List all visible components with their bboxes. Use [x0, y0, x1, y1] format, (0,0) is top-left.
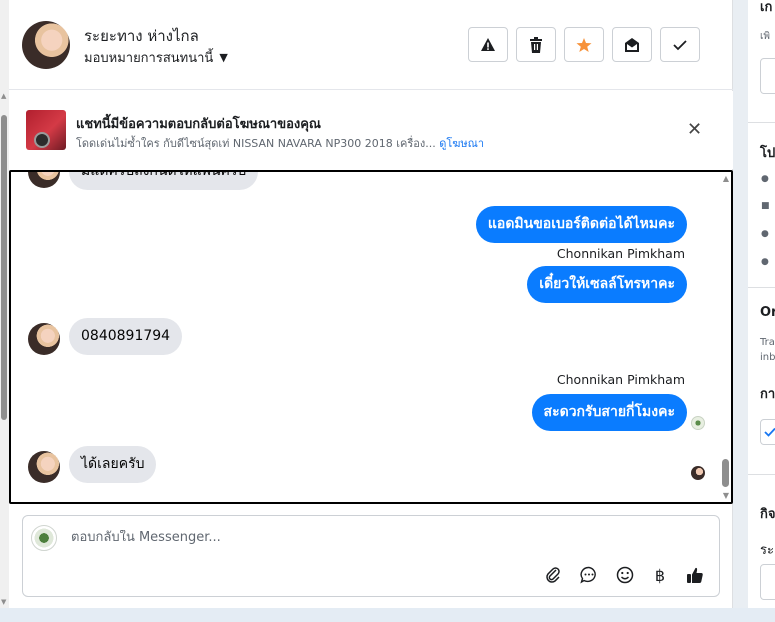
- sidebar-section-heading: กิจ: [760, 507, 775, 522]
- contact-avatar[interactable]: [22, 21, 70, 69]
- ad-reply-banner: แชทนี้มีข้อความตอบกลับต่อโฆษณาของคุณ โดด…: [9, 91, 733, 169]
- saved-reply-button[interactable]: [578, 564, 600, 586]
- ad-banner-title: แชทนี้มีข้อความตอบกลับต่อโฆษณาของคุณ: [76, 117, 321, 132]
- sidebar-section-heading: เก: [760, 0, 773, 15]
- paperclip-icon: [546, 567, 560, 583]
- sidebar-checkbox-field[interactable]: [760, 419, 775, 445]
- sidebar-input-field[interactable]: [760, 58, 775, 94]
- sidebar-field-label: กา: [760, 387, 775, 402]
- sidebar-section-heading: โป: [760, 146, 775, 161]
- contact-avatar-small: [28, 172, 60, 188]
- conversation-header: ระยะทาง ห่างไกล มอบหมายการสนทนานี้ ▼: [9, 0, 733, 90]
- sidebar-input-field[interactable]: [760, 564, 775, 600]
- ad-banner-subtitle: โดดเด่นไม่ซ้ำใคร กับดีไซน์สุดเท่ NISSAN …: [76, 134, 484, 152]
- message-bubble-outgoing[interactable]: สะดวกรับสายกี่โมงคะ: [531, 394, 687, 431]
- ad-description: โดดเด่นไม่ซ้ำใคร กับดีไซน์สุดเท่ NISSAN …: [76, 137, 436, 150]
- delete-button[interactable]: [516, 27, 556, 62]
- thread-scrollbar-thumb[interactable]: [722, 459, 729, 487]
- sidebar-divider: [748, 287, 775, 288]
- close-icon[interactable]: ✕: [687, 119, 702, 140]
- payment-button[interactable]: ฿: [649, 564, 671, 586]
- star-icon: [576, 37, 592, 52]
- sidebar-section-heading: Or: [760, 305, 775, 320]
- sidebar-description: inb: [760, 352, 775, 363]
- scroll-up-arrow-icon[interactable]: ▲: [723, 174, 729, 183]
- view-ad-link[interactable]: ดูโฆษณา: [439, 137, 484, 150]
- sidebar-field-label: ระ: [760, 543, 774, 558]
- emoji-button[interactable]: [614, 564, 636, 586]
- briefcase-icon: ■: [761, 201, 770, 211]
- scrollbar-thumb[interactable]: [1, 115, 7, 420]
- location-pin-icon: ●: [761, 229, 769, 239]
- assign-label: มอบหมายการสนทนานี้: [84, 51, 214, 66]
- thread-scrollbar[interactable]: ▲ ▼: [719, 172, 731, 502]
- contact-avatar-small: [28, 323, 60, 355]
- page-avatar: [31, 525, 57, 551]
- contact-name[interactable]: ระยะทาง ห่างไกล: [84, 24, 199, 48]
- mark-done-button[interactable]: [660, 27, 700, 62]
- mark-unread-button[interactable]: [612, 27, 652, 62]
- warning-icon: [481, 37, 495, 51]
- contact-avatar-small: [28, 451, 60, 483]
- like-button[interactable]: [684, 564, 706, 586]
- sidebar-divider: [748, 122, 775, 123]
- report-button[interactable]: [468, 27, 508, 62]
- check-icon: [764, 427, 775, 437]
- trash-icon: [530, 36, 542, 53]
- thumbs-up-icon: [687, 567, 703, 583]
- assign-conversation-dropdown[interactable]: มอบหมายการสนทนานี้ ▼: [84, 47, 228, 68]
- baht-icon: ฿: [654, 565, 666, 585]
- seen-by-contact-icon: [691, 466, 705, 480]
- envelope-open-icon: [625, 37, 639, 52]
- clock-icon: ●: [761, 174, 769, 184]
- sender-name: Chonnikan Pimkham: [556, 246, 685, 261]
- sidebar-divider: [748, 474, 775, 475]
- message-thread[interactable]: มีแต่ครับถึงกันดีให้แพ้นครับ แอดมินขอเบอ…: [9, 170, 733, 504]
- scroll-down-arrow-icon[interactable]: ▼: [723, 491, 729, 500]
- message-bubble-outgoing[interactable]: เดี๋ยวให้เซลล์โทรหาคะ: [527, 266, 687, 303]
- conversation-panel: ระยะทาง ห่างไกล มอบหมายการสนทนานี้ ▼ แชท…: [9, 0, 733, 608]
- sender-name: Chonnikan Pimkham: [556, 372, 685, 387]
- chat-bubble-icon: [580, 566, 596, 584]
- scroll-up-arrow-icon[interactable]: ▲: [1, 92, 6, 100]
- scroll-down-arrow-icon[interactable]: ▼: [1, 598, 6, 606]
- smiley-icon: [616, 566, 634, 584]
- sidebar-description: Tra: [760, 337, 775, 348]
- location-pin-icon: ●: [761, 257, 769, 267]
- attach-button[interactable]: [542, 564, 564, 586]
- message-bubble-incoming[interactable]: 0840891794: [69, 318, 183, 355]
- caret-down-icon: ▼: [219, 51, 228, 64]
- ad-thumbnail[interactable]: [26, 110, 66, 150]
- message-bubble-incoming[interactable]: ได้เลยครับ: [69, 446, 157, 483]
- check-icon: [673, 39, 687, 50]
- reply-input[interactable]: [71, 530, 671, 545]
- reply-composer: ฿: [22, 515, 720, 597]
- message-bubble-incoming: มีแต่ครับถึงกันดีให้แพ้นครับ: [69, 172, 259, 190]
- details-sidebar: เก เพิ โป ● ■ ● ● Or Tra inb กา กิจ ระ: [748, 0, 775, 608]
- page-scrollbar[interactable]: ▲ ▼: [0, 0, 9, 608]
- page-footer-strip: [0, 608, 775, 622]
- message-bubble-outgoing[interactable]: แอดมินขอเบอร์ติดต่อได้ไหมคะ: [475, 206, 687, 243]
- sidebar-hint-text: เพิ: [760, 31, 771, 42]
- star-button[interactable]: [564, 27, 604, 62]
- seen-by-page-icon: [691, 416, 705, 430]
